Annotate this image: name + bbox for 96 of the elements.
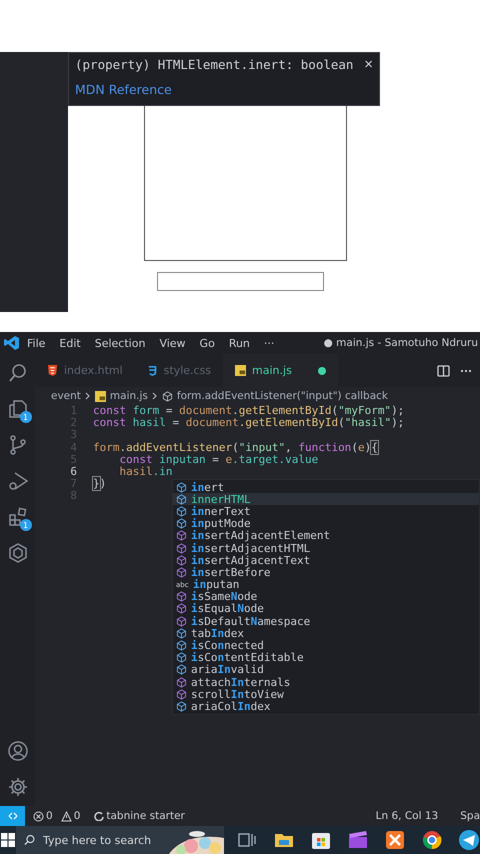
cube-icon bbox=[176, 640, 187, 652]
suggestion-item[interactable]: ariaColIndex bbox=[173, 700, 479, 713]
cube-icon bbox=[176, 603, 187, 614]
cursor-position[interactable]: Ln 6, Col 13 bbox=[376, 810, 438, 822]
code-line: const inputan = e.target.value bbox=[118, 454, 318, 466]
line-number: 6 bbox=[69, 466, 78, 478]
split-editor-icon[interactable] bbox=[437, 364, 450, 376]
suggestion-item[interactable]: innerText bbox=[173, 505, 479, 518]
warning-count[interactable]: 0 bbox=[74, 810, 80, 822]
more-icon[interactable] bbox=[460, 368, 472, 372]
cube-icon bbox=[162, 390, 173, 402]
menu-item[interactable]: ··· bbox=[256, 336, 282, 350]
suggestion-item[interactable]: tabIndex bbox=[173, 627, 479, 640]
windows-start-icon[interactable] bbox=[1, 833, 15, 847]
code-line: const form = document.getElementById("myForm"); bbox=[93, 405, 404, 418]
editor-tab[interactable]: main.js bbox=[223, 354, 338, 387]
suggestion-item[interactable]: innerHTML bbox=[173, 493, 479, 506]
cube-icon bbox=[176, 482, 187, 493]
count-badge: 1 bbox=[20, 519, 32, 531]
count-badge: 1 bbox=[20, 411, 32, 423]
remote-icon bbox=[6, 810, 18, 822]
search-icon[interactable] bbox=[6, 362, 28, 384]
cube-icon bbox=[176, 530, 187, 542]
refresh-icon bbox=[94, 811, 104, 821]
cube-icon bbox=[176, 700, 187, 712]
error-icon bbox=[33, 810, 44, 822]
account-icon[interactable] bbox=[6, 740, 28, 762]
status-item[interactable]: tabnine starter bbox=[106, 810, 185, 822]
indentation-status[interactable]: Spa bbox=[460, 810, 480, 822]
cube-icon bbox=[176, 652, 187, 664]
menu-item[interactable]: Run bbox=[222, 336, 257, 350]
cube-icon bbox=[176, 506, 187, 517]
paper-plane-icon[interactable] bbox=[458, 829, 480, 851]
menu-item[interactable]: File bbox=[20, 336, 52, 350]
cube-icon bbox=[176, 554, 187, 566]
suggestion-item[interactable]: isConnected bbox=[173, 639, 479, 652]
code-line: const hasil = document.getElementById("hasil"); bbox=[93, 417, 404, 430]
js-file-icon bbox=[235, 365, 246, 376]
suggestion-item[interactable]: inert bbox=[173, 481, 479, 494]
suggestion-item[interactable]: isSameNode bbox=[173, 590, 479, 603]
input-field[interactable] bbox=[157, 272, 324, 291]
cube-icon bbox=[176, 628, 187, 639]
signature-text: (property) HTMLElement.inert: boolean bbox=[75, 57, 354, 72]
reference-link[interactable]: MDN Reference bbox=[75, 82, 373, 97]
window-title: ● main.js - Samotuho Ndruru bbox=[324, 337, 479, 349]
menu-item[interactable]: Edit bbox=[52, 336, 88, 350]
cube-icon bbox=[176, 566, 187, 578]
breadcrumb-item[interactable]: form.addEventListener("input") callback bbox=[176, 390, 388, 402]
search-box[interactable]: Type here to search bbox=[16, 826, 224, 854]
suggestion-item[interactable]: inputMode bbox=[173, 518, 479, 530]
files-icon[interactable] bbox=[6, 398, 28, 420]
cube-icon bbox=[176, 542, 187, 554]
menu-item[interactable]: View bbox=[152, 336, 193, 350]
cube-icon bbox=[176, 664, 187, 676]
menu-item[interactable]: Selection bbox=[88, 336, 152, 350]
browser-icon[interactable] bbox=[421, 829, 443, 851]
suggestion-item[interactable]: ariaInvalid bbox=[173, 664, 479, 676]
suggestion-item[interactable]: insertAdjacentElement bbox=[173, 530, 479, 542]
css-file-icon bbox=[146, 365, 158, 376]
suggestion-item[interactable]: scrollIntoView bbox=[173, 688, 479, 700]
search-field[interactable]: Type here to search bbox=[43, 834, 161, 846]
menu-item[interactable]: Go bbox=[192, 336, 222, 350]
suggestion-item[interactable]: isContentEditable bbox=[173, 652, 479, 664]
run-debug-icon[interactable] bbox=[6, 470, 28, 492]
suggestion-item[interactable]: isEqualNode bbox=[173, 602, 479, 616]
search-icon bbox=[24, 834, 35, 846]
cube-icon bbox=[176, 688, 187, 700]
breadcrumb-item[interactable]: event bbox=[51, 390, 81, 402]
breadcrumb-item[interactable]: main.js bbox=[110, 390, 148, 402]
cube-icon bbox=[176, 676, 187, 688]
code-line: }) bbox=[93, 478, 106, 490]
clapper-icon[interactable] bbox=[347, 829, 369, 851]
cube-icon bbox=[176, 591, 187, 602]
warning-icon bbox=[60, 810, 72, 822]
suggestion-item[interactable]: insertAdjacentHTML bbox=[173, 542, 479, 554]
code-line: form.addEventListener("input", function(e){ bbox=[93, 442, 378, 454]
suggestion-item[interactable]: isDefaultNamespace bbox=[173, 615, 479, 628]
cube-icon bbox=[176, 616, 187, 627]
code-line: hasil.in bbox=[118, 466, 172, 478]
suggestion-item[interactable]: attachInternals bbox=[173, 676, 479, 688]
cube-icon bbox=[176, 518, 187, 530]
cube-icon bbox=[176, 494, 187, 505]
remote-button[interactable] bbox=[0, 806, 25, 826]
suggestion-item[interactable]: insertBefore bbox=[173, 566, 479, 578]
js-file-icon bbox=[94, 390, 106, 402]
settings-icon[interactable] bbox=[6, 776, 28, 798]
close-button[interactable]: × bbox=[364, 57, 373, 72]
app-logo-icon bbox=[4, 335, 20, 351]
html-file-icon bbox=[47, 365, 58, 376]
error-count[interactable]: 0 bbox=[46, 810, 53, 822]
cross-app-icon[interactable] bbox=[384, 829, 406, 851]
suggestion-item[interactable]: insertAdjacentText bbox=[173, 554, 479, 566]
hexagon-icon[interactable] bbox=[6, 542, 28, 564]
extensions-icon[interactable] bbox=[6, 506, 28, 528]
chevron-icon bbox=[84, 392, 91, 400]
chevron-icon bbox=[152, 392, 158, 400]
